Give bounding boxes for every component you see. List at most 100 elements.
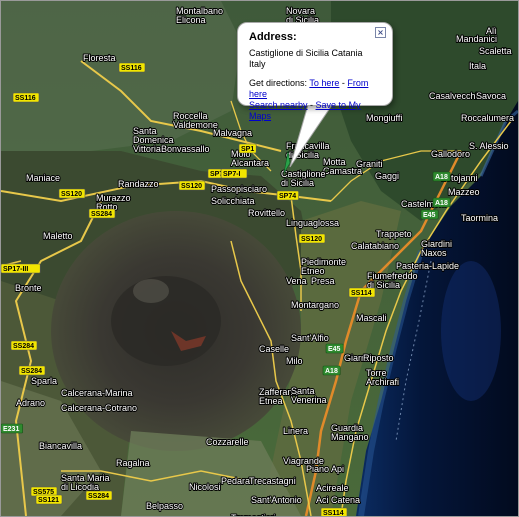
road-shield-a18-c: A18 xyxy=(432,171,451,182)
svg-text:SP7-I: SP7-I xyxy=(223,171,241,178)
directions-to-here-link[interactable]: To here xyxy=(309,78,339,88)
place-label-acireale: Acireale xyxy=(316,483,349,493)
place-label-montargano: Montargano xyxy=(291,300,339,310)
svg-text:SS116: SS116 xyxy=(15,95,36,102)
road-shield-ss116-b: SS116 xyxy=(12,92,40,103)
place-label-solicchiata: Solicchiata xyxy=(211,196,255,206)
place-label-sant-alfio: Sant'Alfio xyxy=(291,333,329,343)
place-label-mascali: Mascali xyxy=(356,313,387,323)
place-label-s-alessio: S. Alessio xyxy=(469,141,509,151)
svg-text:SS120: SS120 xyxy=(181,183,202,190)
svg-text:SS116: SS116 xyxy=(121,65,142,72)
place-label-biancavilla: Biancavilla xyxy=(39,441,82,451)
info-window-heading: Address: xyxy=(249,31,297,43)
road-shield-ss284-a: SS284 xyxy=(88,208,116,219)
map-viewport[interactable]: Montalbano Elicona Novara di Sicilia Florest… xyxy=(0,0,519,517)
place-label-casalvecchio: Casalvecchio xyxy=(429,91,483,101)
place-label-pasteria-lapide: Pasteria-Lapide xyxy=(396,261,459,271)
place-label-linera: Linera xyxy=(283,426,308,436)
place-label-bronte: Bronte xyxy=(15,283,42,293)
directions-label: Get directions: xyxy=(249,78,308,88)
place-label-ragalna: Ragalna xyxy=(116,458,150,468)
place-label-scaletta: Scaletta xyxy=(479,46,512,56)
place-label-vena: Vena xyxy=(286,276,307,286)
road-shield-ss120-b: SS120 xyxy=(58,188,86,199)
place-label-maniace: Maniace xyxy=(26,173,60,183)
road-shield-ss284-d: SS284 xyxy=(85,490,113,501)
place-label-taormina: Taormina xyxy=(461,213,498,223)
road-shield-sp74: SP74 xyxy=(276,190,299,201)
close-button[interactable]: × xyxy=(375,27,386,38)
road-shield-ss284-b: SS284 xyxy=(10,340,38,351)
place-label-pedara: Pedara xyxy=(221,476,250,486)
place-label-bonvassallo: Bonvassallo xyxy=(161,144,210,154)
place-label-nicolosi: Nicolosi xyxy=(189,482,221,492)
road-shield-sp7-i: SP7-I xyxy=(220,168,248,179)
road-shield-ss284-c: SS284 xyxy=(18,365,46,376)
place-label-milo: Milo xyxy=(286,356,303,366)
svg-text:SS284: SS284 xyxy=(21,368,42,375)
place-label-itala: Itala xyxy=(469,61,486,71)
place-label-calatabiano: Calatabiano xyxy=(351,241,399,251)
info-window: × Address: Castiglione di Sicilia Catani… xyxy=(237,22,393,121)
place-label-caselle: Caselle xyxy=(259,344,289,354)
place-label-passopisciaro: Passopisciaro xyxy=(211,184,267,194)
place-label-adrano: Adrano xyxy=(16,398,45,408)
place-label-cozzarelle: Cozzarelle xyxy=(206,437,249,447)
place-label-rovittello: Rovittello xyxy=(248,208,285,218)
road-shield-ss116-a: SS116 xyxy=(118,62,146,73)
place-label-aci-catena: Aci Catena xyxy=(316,495,360,505)
road-shield-ss575: SS575 xyxy=(30,486,58,497)
svg-text:SS120: SS120 xyxy=(61,191,82,198)
place-label-sparla: Sparla xyxy=(31,376,57,386)
svg-text:SP74: SP74 xyxy=(279,193,296,200)
place-label-ali: Alì xyxy=(486,26,497,36)
place-label-maletto: Maletto xyxy=(43,231,73,241)
close-icon[interactable]: × xyxy=(377,28,384,37)
road-shield-a18-b: A18 xyxy=(322,365,341,376)
svg-text:SS114: SS114 xyxy=(323,510,344,516)
place-label-calcerana-marina: Calcerana-Marina xyxy=(61,388,133,398)
svg-text:A18: A18 xyxy=(325,368,338,375)
road-shield-sp17-iii: SP17-III xyxy=(1,263,41,274)
road-shield-e231: E231 xyxy=(1,423,23,434)
place-label-guardia-mangano: Guardia Mangano xyxy=(331,423,369,442)
road-shield-ss120-a: SS120 xyxy=(178,180,206,191)
place-label-savoca: Savoca xyxy=(476,91,506,101)
road-shield-a18-a: A18 xyxy=(432,197,451,208)
svg-text:SS284: SS284 xyxy=(91,211,112,218)
svg-text:A18: A18 xyxy=(435,174,448,181)
place-label-riposto: Riposto xyxy=(363,353,394,363)
place-label-gaggi: Gaggi xyxy=(375,171,399,181)
search-nearby-link[interactable]: Search nearby xyxy=(249,100,308,110)
place-label-tremestieri: Tremestieri xyxy=(231,513,276,516)
road-shield-e45-a: E45 xyxy=(420,209,439,220)
link-separator: - xyxy=(307,100,316,110)
actions-row: Search nearby - Save to My Maps xyxy=(249,100,382,122)
place-label-trecastagni: Trecastagni xyxy=(249,476,296,486)
svg-text:E45: E45 xyxy=(423,212,436,219)
svg-text:SS120: SS120 xyxy=(301,236,322,243)
svg-text:SS284: SS284 xyxy=(13,343,34,350)
place-label-malvagna: Malvagna xyxy=(213,128,252,138)
place-label-trappeto: Trappeto xyxy=(376,229,412,239)
place-label-presa: Presa xyxy=(311,276,335,286)
place-label-roccalumera: Roccalumera xyxy=(461,113,514,123)
svg-text:SS114: SS114 xyxy=(351,290,372,297)
place-label-piano-api: Piano Api xyxy=(306,464,344,474)
svg-text:SS284: SS284 xyxy=(88,493,109,500)
svg-text:SS121: SS121 xyxy=(38,497,59,504)
place-label-gallodoro: Gallodoro xyxy=(431,149,470,159)
place-label-calcerana-cotrano: Calcerana-Cotrano xyxy=(61,403,137,413)
road-shield-e45-b: E45 xyxy=(325,343,344,354)
place-label-graniti: Graniti xyxy=(356,159,383,169)
road-shield-ss114-a: SS114 xyxy=(348,287,376,298)
svg-text:SP1: SP1 xyxy=(241,146,254,153)
svg-text:SP17-III: SP17-III xyxy=(3,266,28,273)
address-line-1: Castiglione di Sicilia Catania xyxy=(249,48,363,58)
svg-text:E45: E45 xyxy=(328,346,341,353)
road-shield-ss114-b: SS114 xyxy=(320,507,348,516)
place-label-belpasso: Belpasso xyxy=(146,501,183,511)
place-label-floresta: Floresta xyxy=(83,53,116,63)
svg-text:A18: A18 xyxy=(435,200,448,207)
